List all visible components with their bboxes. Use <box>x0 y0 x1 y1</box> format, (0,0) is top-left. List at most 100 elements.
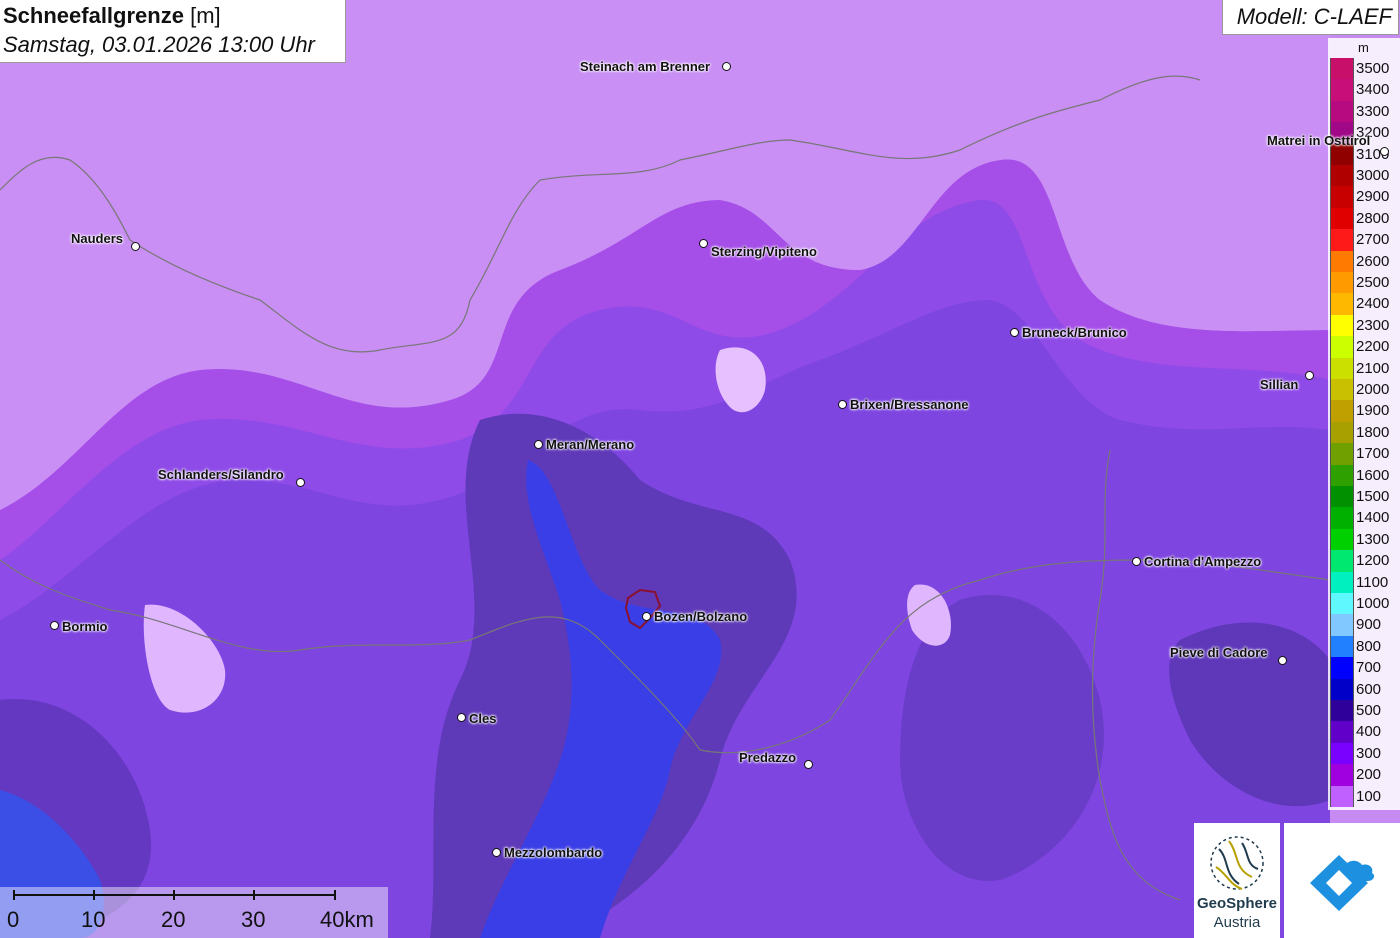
legend-entry: 1500 <box>1330 486 1400 508</box>
legend-label: 2400 <box>1356 295 1390 313</box>
scale-bar: 0 10 20 30 40km <box>0 887 388 938</box>
legend-swatch <box>1330 657 1354 679</box>
legend-entry: 2300 <box>1330 314 1400 337</box>
legend-entry: 1100 <box>1330 571 1400 593</box>
legend-entry: 900 <box>1330 614 1400 636</box>
legend-label: 700 <box>1356 659 1382 677</box>
city-label: Meran/Merano <box>546 437 635 452</box>
legend-entry: 1800 <box>1330 421 1400 444</box>
color-legend: m 3500 3400 3300 3200 3100 3000 2900 2800 2700 26… <box>1328 38 1400 810</box>
map-title: Schneefallgrenze [m] <box>3 3 221 29</box>
scale-label-40km: 40km <box>320 907 374 932</box>
scale-label-10: 10 <box>81 907 106 932</box>
city-label: Cles <box>469 711 497 726</box>
legend-swatch <box>1330 700 1354 722</box>
legend-entry: 1400 <box>1330 507 1400 529</box>
city-dot-icon <box>838 400 847 409</box>
legend-label: 800 <box>1356 637 1382 655</box>
title-unit: [m] <box>190 3 221 28</box>
legend-entry: 3000 <box>1330 165 1400 187</box>
legend-entry: 400 <box>1330 721 1400 743</box>
legend-swatch <box>1330 571 1354 593</box>
legend-entry: 2900 <box>1330 186 1400 208</box>
legend-entry: 3400 <box>1330 79 1400 101</box>
city-dot-icon <box>642 612 651 621</box>
legend-swatch <box>1330 314 1354 337</box>
geosphere-emblem-icon <box>1210 836 1264 890</box>
legend-entry: 1000 <box>1330 593 1400 615</box>
legend-swatch <box>1330 379 1354 401</box>
legend-swatch <box>1330 293 1354 315</box>
city-dot-icon <box>296 478 305 487</box>
legend-label: 500 <box>1356 702 1382 719</box>
geosphere-country: Austria <box>1213 914 1261 931</box>
legend-swatch <box>1330 507 1354 529</box>
geosphere-name: GeoSphere <box>1196 895 1278 912</box>
legend-swatch <box>1330 229 1354 251</box>
legend-entry: 300 <box>1330 742 1400 765</box>
legend-label: 1900 <box>1356 402 1390 420</box>
legend-label: 3300 <box>1356 102 1390 120</box>
legend-entry: 2100 <box>1330 357 1400 379</box>
legend-entry: 2000 <box>1330 379 1400 401</box>
legend-swatch <box>1330 550 1354 572</box>
legend-label: 1200 <box>1356 552 1390 570</box>
legend-label: 1300 <box>1356 530 1390 548</box>
legend-entry: 1200 <box>1330 550 1400 572</box>
legend-swatch <box>1330 165 1354 187</box>
legend-label: 1000 <box>1356 595 1390 612</box>
legend-swatch <box>1330 614 1354 636</box>
legend-entry: 2800 <box>1330 207 1400 230</box>
legend-label: 2200 <box>1356 338 1390 356</box>
legend-entry: 200 <box>1330 764 1400 786</box>
legend-swatch <box>1330 357 1354 379</box>
legend-swatch <box>1330 678 1354 700</box>
city-dot-icon <box>492 848 501 857</box>
legend-entry: 2400 <box>1330 293 1400 315</box>
legend-swatch <box>1330 58 1354 80</box>
legend-swatch <box>1330 742 1354 765</box>
legend-entry: 800 <box>1330 635 1400 658</box>
legend-entry: 700 <box>1330 657 1400 679</box>
partner-logo[interactable] <box>1284 823 1400 938</box>
legend-label: 400 <box>1356 723 1382 741</box>
legend-entry: 1900 <box>1330 400 1400 422</box>
legend-label: 2900 <box>1356 188 1390 206</box>
legend-entry: 2500 <box>1330 272 1400 294</box>
city-dot-icon <box>722 62 731 71</box>
city-dot-icon <box>50 621 59 630</box>
legend-swatch <box>1330 593 1354 615</box>
city-dot-icon <box>1305 371 1314 380</box>
legend-label: 2700 <box>1356 231 1390 249</box>
scale-label-30: 30 <box>241 907 266 932</box>
city-label: Brixen/Bressanone <box>850 397 969 412</box>
legend-entry: 2600 <box>1330 250 1400 272</box>
legend-entry: 3300 <box>1330 100 1400 123</box>
legend-label: 3500 <box>1356 60 1390 77</box>
legend-entry: 600 <box>1330 678 1400 700</box>
city-label: Nauders <box>71 231 124 246</box>
scale-label-20: 20 <box>161 907 186 932</box>
legend-swatch <box>1330 272 1354 294</box>
legend-entry: 1600 <box>1330 464 1400 486</box>
legend-swatch <box>1330 186 1354 208</box>
legend-label: 2500 <box>1356 274 1390 291</box>
city-label: Sillian <box>1260 377 1299 392</box>
legend-entry: 2700 <box>1330 229 1400 251</box>
legend-entry: 1700 <box>1330 443 1400 465</box>
legend-label: 2600 <box>1356 252 1390 270</box>
legend-label: 2100 <box>1356 359 1390 377</box>
model-box: Modell: C-LAEF <box>1222 0 1399 35</box>
legend-swatch <box>1330 207 1354 230</box>
scale-label-0: 0 <box>7 907 20 932</box>
city-dot-icon <box>457 713 466 722</box>
legend-label: 1800 <box>1356 423 1390 441</box>
city-dot-icon <box>804 760 813 769</box>
legend-label: 1700 <box>1356 445 1390 463</box>
geosphere-logo[interactable]: GeoSphere Austria <box>1194 823 1280 938</box>
legend-label: 2300 <box>1356 316 1390 334</box>
city-label: Pieve di Cadore <box>1170 645 1268 660</box>
city-dot-icon <box>1380 147 1389 156</box>
legend-label: 1100 <box>1356 573 1389 591</box>
legend-swatch <box>1330 421 1354 444</box>
